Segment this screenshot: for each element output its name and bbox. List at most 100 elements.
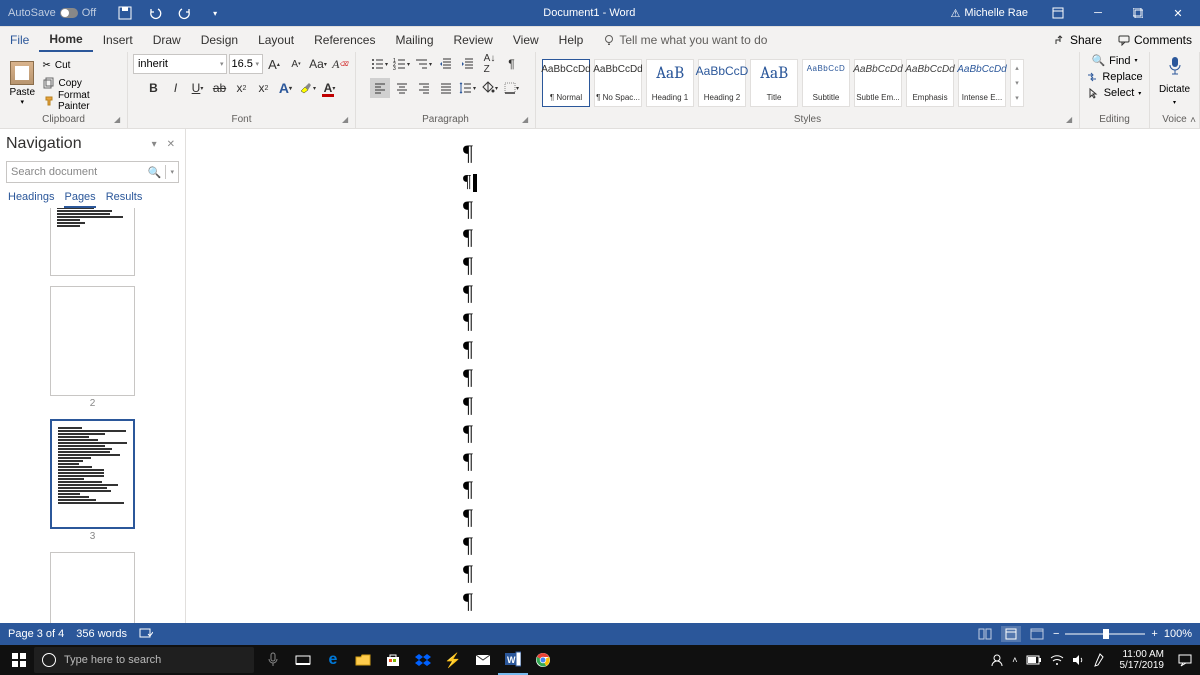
close-button[interactable]: ✕	[1160, 0, 1196, 26]
task-view-icon[interactable]	[288, 645, 318, 675]
print-layout-icon[interactable]	[1001, 626, 1021, 642]
align-right-button[interactable]	[414, 78, 434, 98]
style-subtle-em-[interactable]: AaBbCcDdSubtle Em...	[854, 59, 902, 107]
tab-help[interactable]: Help	[549, 27, 594, 52]
grow-font-button[interactable]: A▴	[264, 54, 284, 74]
bullets-button[interactable]: ▾	[370, 54, 390, 74]
highlight-button[interactable]: ▾	[298, 78, 318, 98]
web-layout-icon[interactable]	[1027, 626, 1047, 642]
paste-button[interactable]: Paste ▾	[6, 61, 39, 106]
chrome-icon[interactable]	[528, 645, 558, 675]
page-thumbnail[interactable]	[50, 208, 135, 276]
mail-icon[interactable]	[468, 645, 498, 675]
strike-button[interactable]: ab	[210, 78, 230, 98]
zoom-slider[interactable]	[1065, 633, 1145, 635]
sort-button[interactable]: A↓Z	[480, 54, 500, 74]
paragraph-launcher-icon[interactable]: ◢	[522, 115, 532, 125]
styles-launcher-icon[interactable]: ◢	[1066, 115, 1076, 125]
notifications-icon[interactable]	[1178, 653, 1192, 667]
zoom-level[interactable]: 100%	[1164, 628, 1192, 640]
copy-button[interactable]: Copy	[43, 75, 122, 91]
zoom-in-button[interactable]: +	[1151, 628, 1157, 640]
shading-button[interactable]: ▾	[480, 78, 500, 98]
replace-button[interactable]: Replace	[1086, 71, 1142, 83]
start-button[interactable]	[4, 653, 34, 667]
spellcheck-icon[interactable]	[139, 628, 153, 640]
save-icon[interactable]	[114, 2, 136, 24]
minimize-button[interactable]: ─	[1080, 0, 1116, 26]
underline-button[interactable]: U▾	[188, 78, 208, 98]
dictate-button[interactable]: Dictate▾	[1156, 54, 1193, 112]
style-intense-e-[interactable]: AaBbCcDdIntense E...	[958, 59, 1006, 107]
italic-button[interactable]: I	[166, 78, 186, 98]
format-painter-button[interactable]: Format Painter	[43, 93, 122, 109]
tray-chevron-icon[interactable]: ˄	[1012, 655, 1017, 665]
font-name-input[interactable]	[133, 54, 227, 74]
ribbon-display-icon[interactable]	[1040, 0, 1076, 26]
undo-icon[interactable]	[144, 2, 166, 24]
line-spacing-button[interactable]: ▾	[458, 78, 478, 98]
qat-customize-icon[interactable]: ▾	[204, 2, 226, 24]
dropbox-icon[interactable]	[408, 645, 438, 675]
volume-icon[interactable]	[1072, 654, 1086, 666]
tab-home[interactable]: Home	[39, 27, 92, 52]
edge-icon[interactable]: e	[318, 645, 348, 675]
styles-more-button[interactable]: ▴▾▾	[1010, 59, 1024, 107]
document-area[interactable]: ¶¶¶¶¶¶¶¶¶¶¶¶¶¶¶¶¶	[186, 129, 1200, 623]
comments-button[interactable]: Comments	[1110, 27, 1200, 52]
style-heading-1[interactable]: AaBHeading 1	[646, 59, 694, 107]
share-button[interactable]: Share	[1046, 27, 1110, 52]
clear-format-button[interactable]: A⌫	[330, 54, 350, 74]
pen-icon[interactable]	[1094, 653, 1106, 667]
word-taskbar-icon[interactable]: W	[498, 645, 528, 675]
tab-references[interactable]: References	[304, 27, 385, 52]
tab-insert[interactable]: Insert	[93, 27, 143, 52]
page-indicator[interactable]: Page 3 of 4	[8, 628, 64, 640]
nav-dropdown-icon[interactable]: ▾	[152, 139, 157, 150]
superscript-button[interactable]: x2	[254, 78, 274, 98]
justify-button[interactable]	[436, 78, 456, 98]
style--no-spac-[interactable]: AaBbCcDd¶ No Spac...	[594, 59, 642, 107]
nav-close-button[interactable]: ✕	[167, 139, 175, 150]
align-left-button[interactable]	[370, 78, 390, 98]
word-count[interactable]: 356 words	[76, 628, 127, 640]
clipboard-launcher-icon[interactable]: ◢	[114, 115, 124, 125]
style-emphasis[interactable]: AaBbCcDdEmphasis	[906, 59, 954, 107]
bold-button[interactable]: B	[144, 78, 164, 98]
page-thumbnail[interactable]	[50, 552, 135, 623]
subscript-button[interactable]: x2	[232, 78, 252, 98]
taskbar-clock[interactable]: 11:00 AM 5/17/2019	[1114, 649, 1171, 671]
tab-mailing[interactable]: Mailing	[385, 27, 443, 52]
numbering-button[interactable]: 123▾	[392, 54, 412, 74]
style-subtitle[interactable]: AaBbCcDSubtitle	[802, 59, 850, 107]
cut-button[interactable]: ✂Cut	[43, 57, 122, 73]
change-case-button[interactable]: Aa▾	[308, 54, 328, 74]
multilevel-button[interactable]: ▾	[414, 54, 434, 74]
style-heading-2[interactable]: AaBbCcDHeading 2	[698, 59, 746, 107]
app-icon-1[interactable]: ⚡	[438, 645, 468, 675]
mic-taskbar-icon[interactable]	[258, 645, 288, 675]
font-launcher-icon[interactable]: ◢	[342, 115, 352, 125]
nav-tab-headings[interactable]: Headings	[8, 191, 54, 208]
tab-design[interactable]: Design	[191, 27, 248, 52]
autosave-toggle[interactable]: AutoSave Off	[0, 7, 104, 19]
tab-file[interactable]: File	[0, 27, 39, 52]
tell-me-search[interactable]: Tell me what you want to do	[593, 27, 777, 52]
show-marks-button[interactable]: ¶	[502, 54, 522, 74]
shrink-font-button[interactable]: A▾	[286, 54, 306, 74]
font-color-button[interactable]: A▾	[320, 78, 340, 98]
text-effects-button[interactable]: A▾	[276, 78, 296, 98]
maximize-button[interactable]	[1120, 0, 1156, 26]
tab-layout[interactable]: Layout	[248, 27, 304, 52]
people-icon[interactable]	[990, 653, 1004, 667]
user-account[interactable]: ⚠ Michelle Rae	[943, 7, 1036, 20]
tab-draw[interactable]: Draw	[143, 27, 191, 52]
increase-indent-button[interactable]	[458, 54, 478, 74]
page-thumbnail[interactable]	[50, 419, 135, 529]
select-button[interactable]: Select▾	[1088, 87, 1142, 99]
find-button[interactable]: 🔍Find▾	[1091, 54, 1137, 67]
wifi-icon[interactable]	[1050, 654, 1064, 666]
nav-search-input[interactable]: Search document 🔍▾	[6, 161, 179, 183]
style--normal[interactable]: AaBbCcDd¶ Normal	[542, 59, 590, 107]
battery-icon[interactable]	[1026, 655, 1042, 665]
